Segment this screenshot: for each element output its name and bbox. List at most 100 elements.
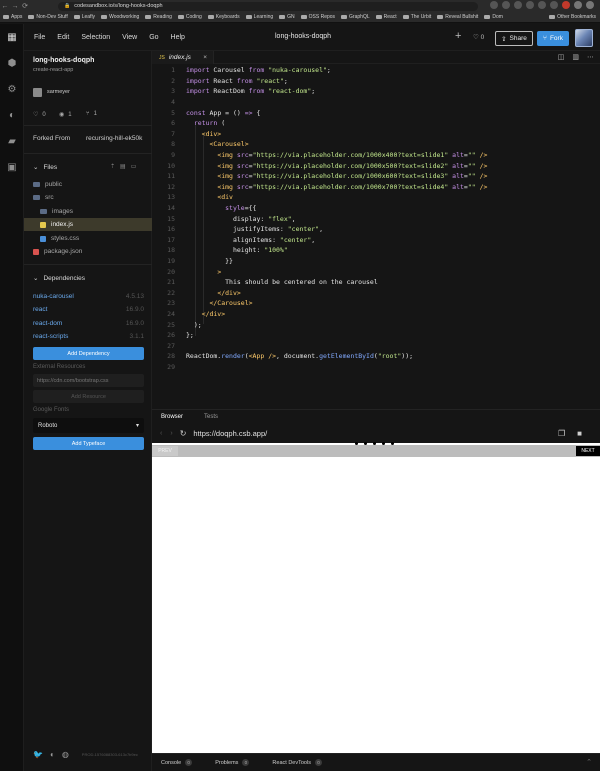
dependency-row[interactable]: nuka-carousel 4.5.13 — [33, 293, 144, 300]
menu-edit[interactable]: Edit — [57, 34, 69, 41]
github-icon[interactable]: ◐ — [0, 102, 24, 128]
add-resource-button[interactable]: Add Resource — [33, 390, 144, 403]
live-icon[interactable]: ▣ — [0, 154, 24, 180]
bookmark-item[interactable]: Keyboards — [207, 14, 240, 20]
tab-tests[interactable]: Tests — [204, 414, 218, 420]
address-bar[interactable]: 🔒 codesandbox.io/s/long-hooks-doqph — [58, 1, 478, 11]
tree-item-index-js[interactable]: index.js — [24, 218, 152, 231]
author-avatar[interactable] — [33, 88, 42, 97]
extension-icon[interactable] — [562, 1, 570, 9]
forward-icon[interactable]: › — [170, 430, 172, 437]
dependency-row[interactable]: react 16.9.0 — [33, 306, 144, 313]
open-new-window-icon[interactable]: ❐ — [558, 429, 565, 438]
extension-icon[interactable] — [550, 1, 558, 9]
discord-icon[interactable]: ◍ — [62, 750, 69, 759]
bookmark-item[interactable]: OSS Repos — [300, 14, 335, 20]
profile-avatar[interactable] — [574, 1, 582, 9]
font-select[interactable]: Roboto ▾ — [33, 418, 144, 433]
tab-index-js[interactable]: JS index.js × — [152, 51, 214, 64]
bookmark-item[interactable]: The Urbit — [402, 14, 431, 20]
tree-item-public[interactable]: public — [24, 178, 152, 191]
github-icon[interactable]: ◐ — [50, 750, 55, 759]
tree-item-styles-css[interactable]: styles.css — [24, 232, 152, 245]
carousel-dot[interactable] — [355, 442, 358, 445]
next-button[interactable]: NEXT — [576, 446, 600, 456]
info-icon[interactable]: ⬢ — [0, 50, 24, 76]
menu-icon[interactable] — [586, 1, 594, 9]
expand-panel-icon[interactable]: ⌃ — [586, 758, 592, 766]
share-button[interactable]: ⇪ Share — [495, 31, 533, 46]
forked-from-link[interactable]: recursing-hill-ek50k — [86, 135, 142, 142]
fork-button[interactable]: ⑂ Fork — [537, 31, 569, 46]
menu-file[interactable]: File — [34, 34, 45, 41]
carousel-dot[interactable] — [373, 442, 376, 445]
tree-item-src[interactable]: src — [24, 191, 152, 204]
code-editor[interactable]: 1 import Carousel from "nuka-carousel"; 2… — [152, 64, 600, 409]
new-folder-icon[interactable]: ▭ — [131, 163, 137, 170]
add-typeface-button[interactable]: Add Typeface — [33, 437, 144, 450]
carousel-slide-area[interactable] — [152, 445, 600, 457]
extension-icon[interactable] — [538, 1, 546, 9]
extension-icon[interactable] — [490, 1, 498, 9]
carousel-dot[interactable] — [364, 442, 367, 445]
menu-view[interactable]: View — [122, 34, 137, 41]
like-button[interactable]: ♡ 0 — [473, 33, 484, 41]
bookmark-item[interactable]: Coding — [177, 14, 202, 20]
external-resource-input[interactable]: https://cdn.com/bootstrap.css — [33, 374, 144, 387]
bookmark-item[interactable]: GN — [279, 14, 295, 20]
explorer-icon[interactable]: ▦ — [0, 24, 24, 50]
author-name[interactable]: sarmeyer — [47, 89, 70, 95]
bookmark-item[interactable]: Woodworking — [101, 14, 139, 20]
deploy-icon[interactable]: ▰ — [0, 128, 24, 154]
tree-item-images[interactable]: images — [24, 205, 152, 218]
refresh-icon[interactable]: ↻ — [180, 429, 187, 438]
new-file-icon[interactable]: ▤ — [120, 163, 126, 170]
forward-icon[interactable]: → — [10, 3, 20, 10]
extension-icon[interactable] — [514, 1, 522, 9]
menu-go[interactable]: Go — [149, 34, 158, 41]
prev-button[interactable]: PREV — [152, 446, 178, 456]
bookmark-item[interactable]: Reveal Bullshit — [437, 14, 478, 20]
console-tab[interactable]: Console 0 — [161, 759, 193, 766]
dependencies-section-header[interactable]: ⌄ Dependencies — [33, 274, 85, 283]
dependency-row[interactable]: react-scripts 3.1.1 — [33, 333, 144, 340]
new-sandbox-icon[interactable]: + — [455, 30, 461, 42]
reload-icon[interactable]: ⟳ — [20, 2, 30, 10]
preview-url[interactable]: https://doqph.csb.app/ — [193, 429, 267, 438]
browser-preview[interactable]: PREV NEXT — [152, 442, 600, 753]
carousel-dot[interactable] — [382, 442, 385, 445]
toggle-devtools-icon[interactable]: ■ — [577, 429, 582, 438]
menu-help[interactable]: Help — [171, 34, 185, 41]
add-dependency-button[interactable]: Add Dependency — [33, 347, 144, 360]
bookmark-item[interactable]: Learning — [245, 14, 273, 20]
other-bookmarks[interactable]: Other Bookmarks — [549, 14, 600, 20]
bookmark-item[interactable]: Non-Dev Stuff — [28, 14, 68, 20]
back-icon[interactable]: ← — [0, 3, 10, 10]
bookmark-item[interactable]: Reading — [145, 14, 172, 20]
react-devtools-tab[interactable]: React DevTools 0 — [272, 759, 322, 766]
more-icon[interactable]: ⋯ — [587, 53, 594, 61]
sandbox-title[interactable]: long-hooks-doqph — [275, 33, 331, 40]
menu-selection[interactable]: Selection — [81, 34, 110, 41]
tree-item-package-json[interactable]: package.json — [24, 245, 152, 258]
upload-icon[interactable]: ⇡ — [110, 163, 115, 170]
bookmark-item[interactable]: Apps — [3, 14, 22, 20]
dependency-row[interactable]: react-dom 16.9.0 — [33, 320, 144, 327]
problems-tab[interactable]: Problems 0 — [215, 759, 250, 766]
bookmark-item[interactable]: GraphQL — [341, 14, 370, 20]
user-avatar[interactable] — [575, 29, 593, 47]
twitter-icon[interactable]: 🐦 — [33, 750, 43, 759]
preview-layout-icon[interactable]: ▥ — [572, 53, 579, 61]
files-section-header[interactable]: ⌄ Files — [33, 163, 57, 172]
bookmark-item[interactable]: Leafly — [73, 14, 95, 20]
settings-icon[interactable]: ⚙ — [0, 76, 24, 102]
carousel-dot[interactable] — [391, 442, 394, 445]
bookmark-item[interactable]: React — [375, 14, 397, 20]
extension-icon[interactable] — [526, 1, 534, 9]
tab-browser[interactable]: Browser — [161, 414, 183, 420]
bookmark-item[interactable]: Dom — [484, 14, 503, 20]
back-icon[interactable]: ‹ — [160, 430, 162, 437]
extension-icon[interactable] — [502, 1, 510, 9]
split-editor-icon[interactable]: ◫ — [558, 53, 565, 61]
close-icon[interactable]: × — [203, 54, 207, 61]
